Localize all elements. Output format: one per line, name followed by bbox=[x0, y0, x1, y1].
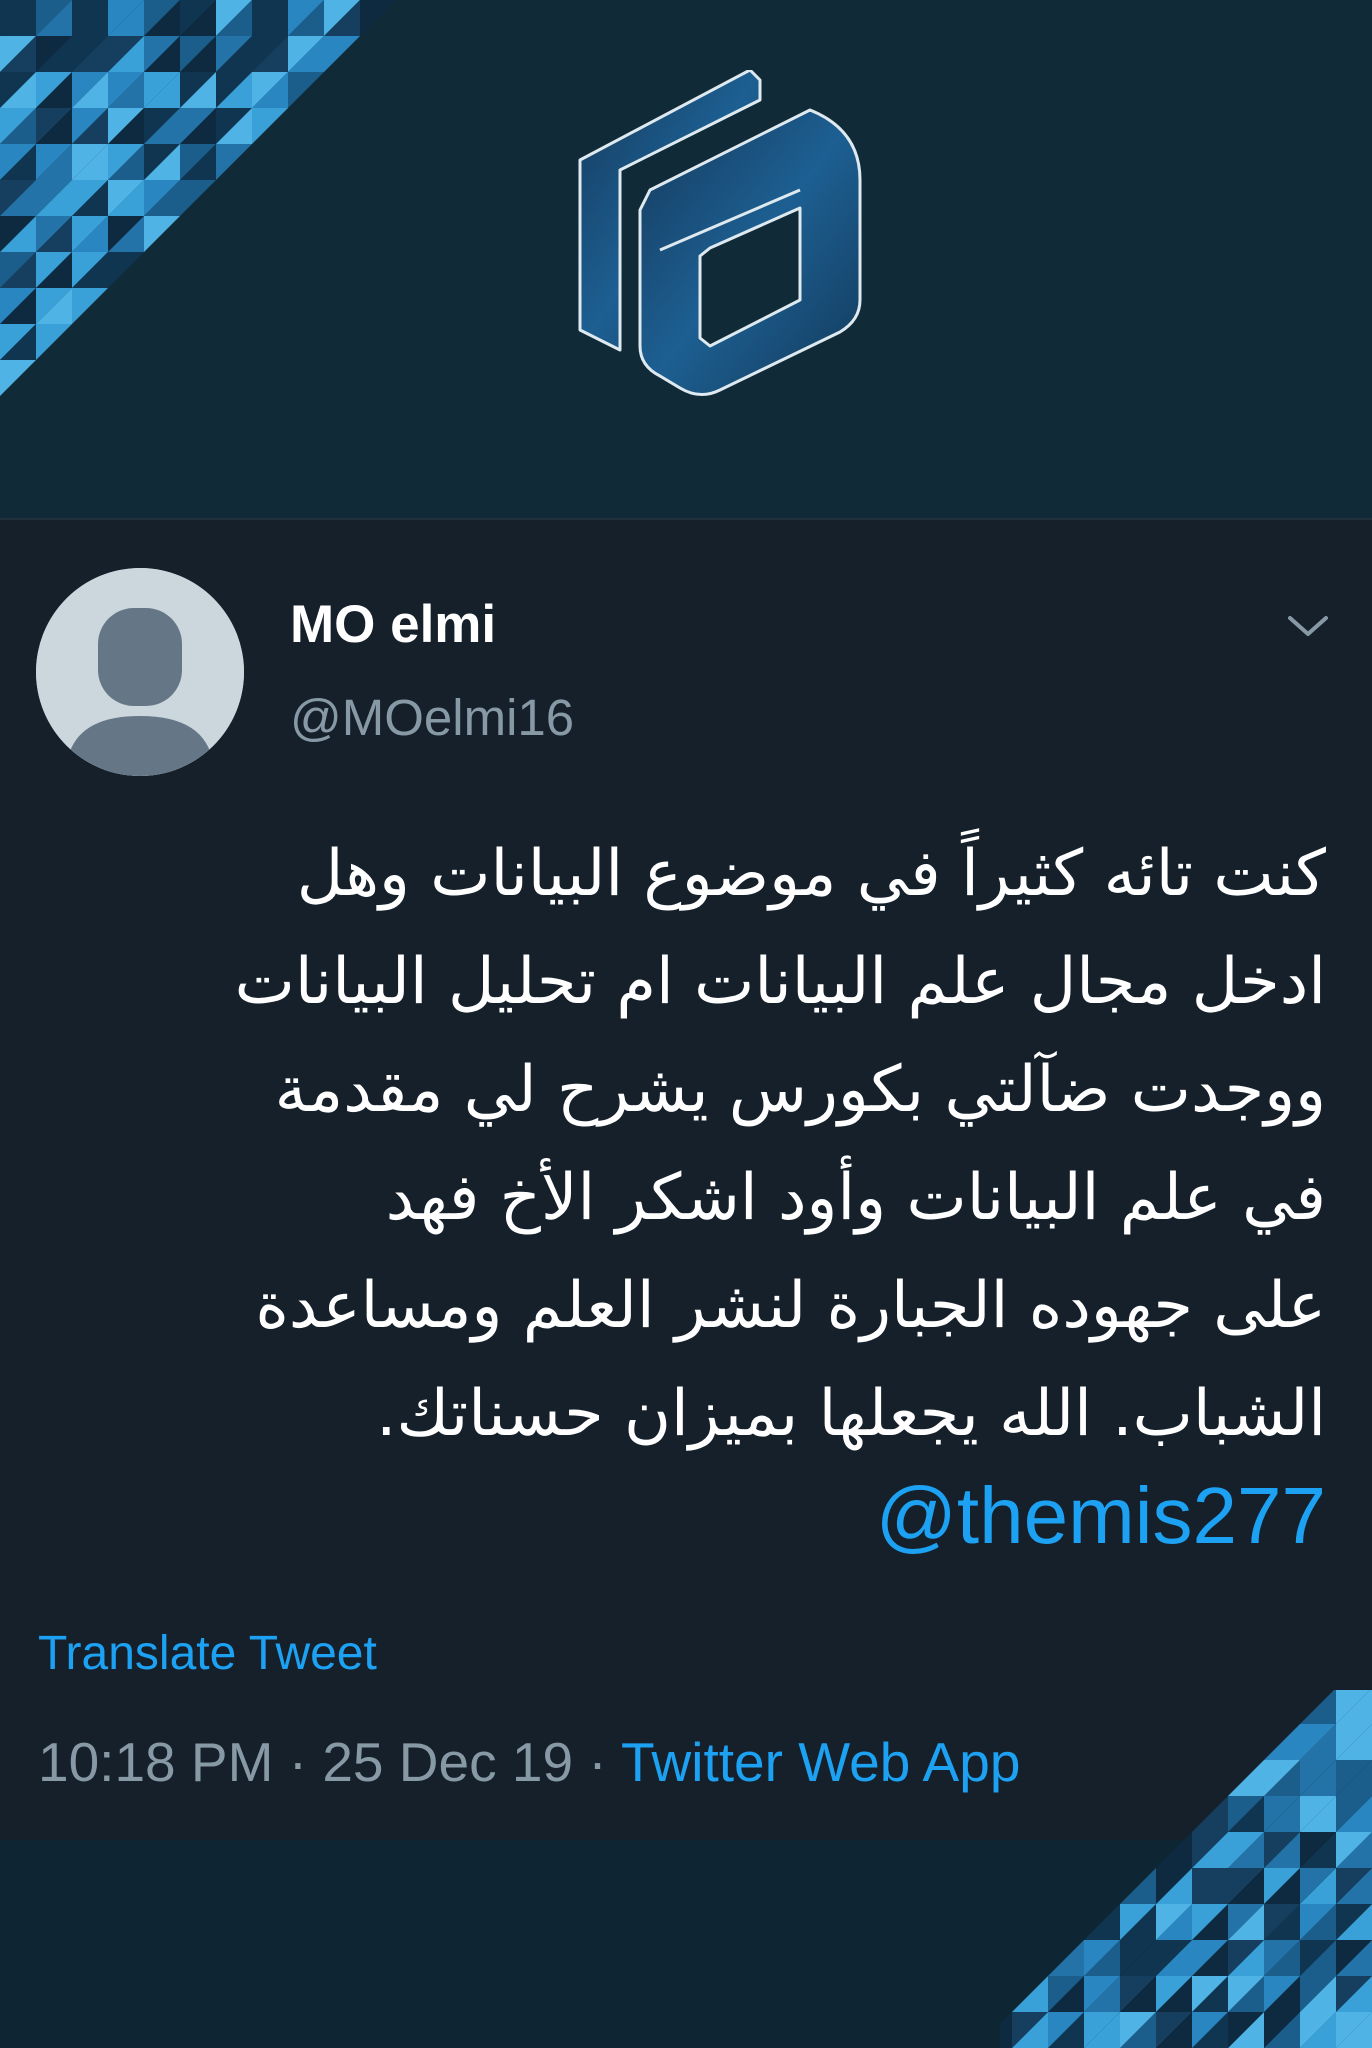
tweet-date[interactable]: 25 Dec 19 bbox=[322, 1731, 573, 1793]
mosaic-triangle bbox=[144, 216, 180, 252]
mention-link[interactable]: @themis277 bbox=[700, 1470, 1326, 1562]
mosaic-triangle bbox=[252, 108, 288, 144]
tweet-text-line: كنت تائه كثيراً في موضوع البيانات وهل bbox=[296, 837, 1326, 911]
tweet-card[interactable]: MO elmi @MOelmi16 كنت تائه كثيراً في موض… bbox=[0, 518, 1372, 1842]
chevron-down-icon[interactable] bbox=[1284, 602, 1332, 650]
default-profile-avatar bbox=[36, 568, 244, 776]
tweet-meta: 10:18 PM · 25 Dec 19 · Twitter Web App bbox=[38, 1730, 1020, 1794]
mosaic-triangle bbox=[36, 324, 72, 360]
tweet-text-line: على جهوده الجبارة لنشر العلم ومساعدة bbox=[255, 1269, 1326, 1343]
tweet-source-link[interactable]: Twitter Web App bbox=[621, 1731, 1020, 1793]
avatar[interactable] bbox=[36, 568, 244, 776]
mosaic-triangle bbox=[0, 360, 36, 396]
mosaic-triangle bbox=[360, 0, 396, 36]
tweet-text-line: ادخل مجال علم البيانات ام تحليل البيانات bbox=[234, 945, 1326, 1019]
mosaic-triangle bbox=[1000, 2012, 1012, 2048]
tweet-time[interactable]: 10:18 PM bbox=[38, 1731, 273, 1793]
brand-logo bbox=[578, 70, 862, 396]
mosaic-triangle bbox=[72, 288, 108, 324]
user-handle[interactable]: @MOelmi16 bbox=[290, 688, 574, 747]
tweet-text-line: في علم البيانات وأود اشكر الأخ فهد bbox=[385, 1161, 1326, 1235]
tweet-text-line: الشباب. الله يجعلها بميزان حسناتك. bbox=[376, 1377, 1326, 1451]
mosaic-triangle bbox=[1048, 1940, 1084, 1976]
display-name[interactable]: MO elmi bbox=[290, 594, 496, 655]
tweet-body: كنت تائه كثيراً في موضوع البيانات وهل اد… bbox=[70, 820, 1326, 1468]
mosaic-triangle bbox=[1156, 1832, 1192, 1868]
mosaic-triangle bbox=[216, 144, 252, 180]
mosaic-triangle bbox=[1012, 1976, 1048, 2012]
header-banner bbox=[0, 0, 1372, 518]
mosaic-triangle bbox=[324, 36, 360, 72]
mosaic-triangle bbox=[1120, 1868, 1156, 1904]
mosaic-triangle bbox=[180, 180, 216, 216]
triangle-pattern-top-left bbox=[0, 0, 396, 396]
mosaic-triangle bbox=[288, 72, 324, 108]
triangle-pattern-bottom-right-upper bbox=[1000, 1690, 1372, 2048]
mosaic-triangle bbox=[1192, 1796, 1228, 1832]
mosaic-triangle bbox=[1228, 1760, 1264, 1796]
meta-separator: · bbox=[588, 1731, 607, 1793]
translate-tweet-link[interactable]: Translate Tweet bbox=[38, 1626, 377, 1681]
mosaic-triangle bbox=[1084, 1904, 1120, 1940]
meta-separator: · bbox=[288, 1731, 308, 1793]
mosaic-triangle bbox=[1300, 1690, 1336, 1724]
mosaic-triangle bbox=[108, 252, 144, 288]
tweet-text-line: ووجدت ضآلتي بكورس يشرح لي مقدمة bbox=[274, 1053, 1326, 1127]
mosaic-triangle bbox=[1264, 1724, 1300, 1760]
